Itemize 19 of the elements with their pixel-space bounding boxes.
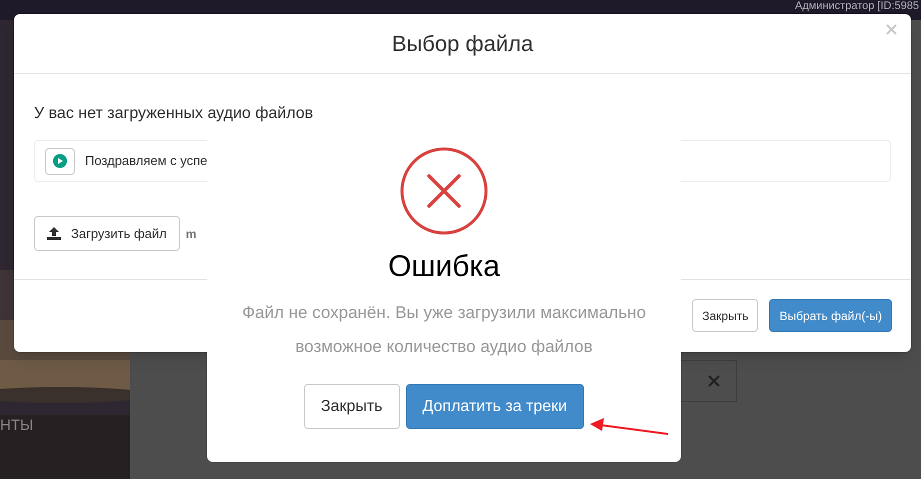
user-label: Администратор [ID:5985 [794,0,919,13]
error-message: Файл не сохранён. Вы уже загрузили максимально возможное количество аудио файлов [241,302,647,358]
format-hint: m [186,226,196,242]
dialog-button[interactable]: Закрыть [692,299,758,332]
close-icon [708,375,720,387]
close-icon [886,24,897,35]
upload-icon [47,227,61,240]
notice-text: У вас нет загруженных аудио файлов [34,104,314,124]
play-button[interactable] [45,148,75,174]
error-icon [399,146,489,236]
dialog-button[interactable]: Доплатить за треки [406,384,584,429]
play-icon [53,154,67,168]
track-title: Поздравляем с успе [85,152,208,170]
error-title: Ошибка [388,252,500,282]
dialog-button[interactable]: Выбрать файл(-ы) [769,299,892,332]
upload-button[interactable]: Загрузить файл [34,216,180,251]
dialog-title: Выбор файла [392,30,534,58]
dialog-button[interactable]: Закрыть [304,384,400,429]
menu-item[interactable]: НТЫ [0,415,34,438]
